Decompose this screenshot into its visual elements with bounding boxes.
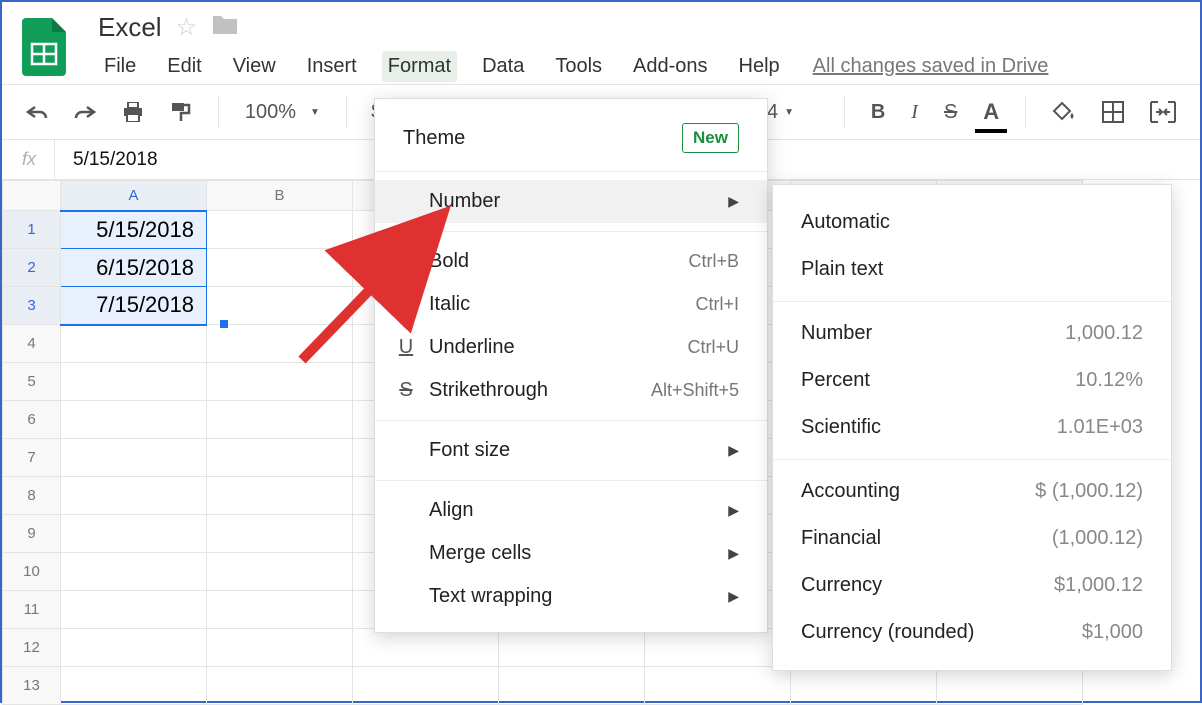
row-header-5[interactable]: 5 <box>3 363 61 401</box>
folder-icon[interactable] <box>211 12 239 43</box>
menu-addons[interactable]: Add-ons <box>627 51 714 82</box>
strikethrough-button[interactable]: S <box>938 97 963 128</box>
print-button[interactable] <box>116 98 150 126</box>
format-theme-label: Theme <box>403 127 465 150</box>
document-title[interactable]: Excel <box>98 12 162 43</box>
number-scientific[interactable]: Scientific1.01E+03 <box>773 404 1171 451</box>
undo-button[interactable] <box>20 101 54 123</box>
menu-view[interactable]: View <box>227 51 282 82</box>
formula-input[interactable]: 5/15/2018 <box>54 140 158 179</box>
merge-cells-button[interactable] <box>1144 97 1182 127</box>
row-header-1[interactable]: 1 <box>3 211 61 249</box>
format-wrap-label: Text wrapping <box>429 585 552 608</box>
format-wrap[interactable]: Text wrapping ▶ <box>375 575 767 618</box>
number-percent[interactable]: Percent10.12% <box>773 357 1171 404</box>
format-italic-label: Italic <box>429 293 470 316</box>
menu-edit[interactable]: Edit <box>161 51 207 82</box>
format-underline-label: Underline <box>429 336 515 359</box>
cell-A3[interactable]: 7/15/2018 <box>61 287 207 325</box>
col-header-B[interactable]: B <box>207 181 353 211</box>
paint-format-button[interactable] <box>164 97 198 127</box>
shortcut-label: Ctrl+B <box>688 251 739 272</box>
format-strikethrough[interactable]: S Strikethrough Alt+Shift+5 <box>375 369 767 412</box>
italic-button[interactable]: I <box>905 97 924 128</box>
format-align-label: Align <box>429 499 473 522</box>
menu-insert[interactable]: Insert <box>301 51 363 82</box>
format-merge[interactable]: Merge cells ▶ <box>375 532 767 575</box>
row-header-10[interactable]: 10 <box>3 553 61 591</box>
format-bold[interactable]: B Bold Ctrl+B <box>375 240 767 283</box>
save-status[interactable]: All changes saved in Drive <box>813 55 1049 78</box>
fill-handle[interactable] <box>220 320 228 328</box>
text-color-button[interactable]: A <box>977 95 1005 129</box>
row-header-11[interactable]: 11 <box>3 591 61 629</box>
format-align[interactable]: Align ▶ <box>375 489 767 532</box>
row-header-2[interactable]: 2 <box>3 249 61 287</box>
bold-icon: B <box>393 250 419 273</box>
format-font-size[interactable]: Font size ▶ <box>375 429 767 472</box>
shortcut-label: Alt+Shift+5 <box>651 380 739 401</box>
menu-bar: File Edit View Insert Format Data Tools … <box>98 48 1048 84</box>
shortcut-label: Ctrl+U <box>687 337 739 358</box>
number-currency[interactable]: Currency$1,000.12 <box>773 562 1171 609</box>
borders-button[interactable] <box>1096 97 1130 127</box>
submenu-arrow-icon: ▶ <box>728 588 739 605</box>
row-header-4[interactable]: 4 <box>3 325 61 363</box>
row-header-3[interactable]: 3 <box>3 287 61 325</box>
format-number[interactable]: Number ▶ <box>375 180 767 223</box>
submenu-arrow-icon: ▶ <box>728 193 739 210</box>
strikethrough-icon: S <box>393 379 419 402</box>
row-header-9[interactable]: 9 <box>3 515 61 553</box>
number-number[interactable]: Number1,000.12 <box>773 310 1171 357</box>
bold-button[interactable]: B <box>865 97 891 128</box>
sheets-logo-icon <box>20 16 68 78</box>
submenu-arrow-icon: ▶ <box>728 442 739 459</box>
row-header-12[interactable]: 12 <box>3 629 61 667</box>
number-financial[interactable]: Financial(1,000.12) <box>773 515 1171 562</box>
shortcut-label: Ctrl+I <box>695 294 739 315</box>
row-header-13[interactable]: 13 <box>3 667 61 705</box>
menu-data[interactable]: Data <box>476 51 530 82</box>
format-number-label: Number <box>429 190 500 213</box>
number-submenu: Automatic Plain text Number1,000.12 Perc… <box>772 184 1172 671</box>
number-automatic[interactable]: Automatic <box>773 199 1171 246</box>
italic-icon: I <box>393 293 419 316</box>
fx-icon: fx <box>22 149 36 170</box>
format-fontsize-label: Font size <box>429 439 510 462</box>
cell-A2[interactable]: 6/15/2018 <box>61 249 207 287</box>
format-bold-label: Bold <box>429 250 469 273</box>
number-accounting[interactable]: Accounting$ (1,000.12) <box>773 468 1171 515</box>
redo-button[interactable] <box>68 101 102 123</box>
row-header-7[interactable]: 7 <box>3 439 61 477</box>
submenu-arrow-icon: ▶ <box>728 502 739 519</box>
row-header-6[interactable]: 6 <box>3 401 61 439</box>
col-header-A[interactable]: A <box>61 181 207 211</box>
fill-color-button[interactable] <box>1046 97 1082 127</box>
underline-icon: U <box>393 336 419 359</box>
zoom-value: 100% <box>245 101 296 124</box>
row-header-8[interactable]: 8 <box>3 477 61 515</box>
number-currency-rounded[interactable]: Currency (rounded)$1,000 <box>773 609 1171 656</box>
zoom-dropdown[interactable]: 100% <box>239 97 326 128</box>
format-dropdown-menu: Theme New Number ▶ B Bold Ctrl+B I Itali… <box>374 98 768 633</box>
format-strike-label: Strikethrough <box>429 379 548 402</box>
format-italic[interactable]: I Italic Ctrl+I <box>375 283 767 326</box>
menu-help[interactable]: Help <box>733 51 786 82</box>
menu-tools[interactable]: Tools <box>549 51 608 82</box>
new-badge: New <box>682 123 739 153</box>
menu-format[interactable]: Format <box>382 51 457 82</box>
star-icon[interactable]: ☆ <box>176 13 198 42</box>
cell-A1[interactable]: 5/15/2018 <box>61 211 207 249</box>
select-all-corner[interactable] <box>3 181 61 211</box>
number-plaintext[interactable]: Plain text <box>773 246 1171 293</box>
format-underline[interactable]: U Underline Ctrl+U <box>375 326 767 369</box>
submenu-arrow-icon: ▶ <box>728 545 739 562</box>
format-theme[interactable]: Theme New <box>375 113 767 163</box>
title-bar: Excel ☆ File Edit View Insert Format Dat… <box>2 2 1200 84</box>
format-merge-label: Merge cells <box>429 542 531 565</box>
menu-file[interactable]: File <box>98 51 142 82</box>
